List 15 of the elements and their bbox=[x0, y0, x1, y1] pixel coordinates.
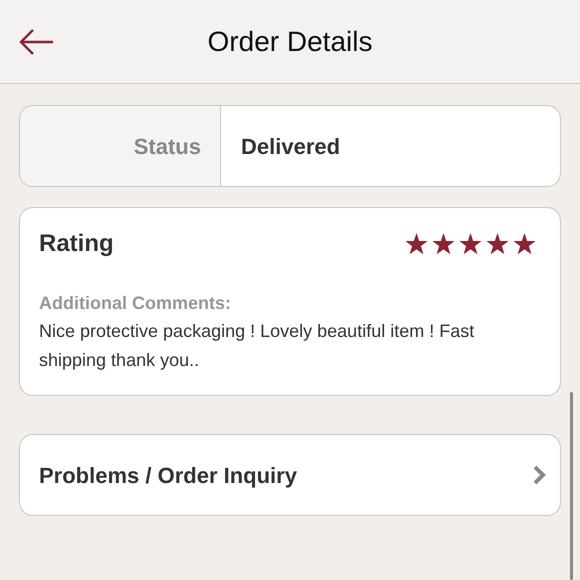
star-icon bbox=[486, 233, 509, 255]
comment-text: Nice protective packaging ! Lovely beautiful item ! Fast shipping thank you.. bbox=[39, 320, 476, 372]
status-value: Delivered bbox=[240, 132, 342, 160]
comments-label: Additional Comments: bbox=[39, 292, 232, 315]
star-icon bbox=[513, 233, 536, 255]
back-button[interactable] bbox=[18, 28, 54, 56]
page-title: Order Details bbox=[208, 24, 372, 58]
chevron-right-icon bbox=[532, 464, 546, 486]
order-inquiry-link[interactable]: Problems / Order Inquiry bbox=[19, 434, 561, 516]
star-icon bbox=[405, 233, 428, 255]
rating-title: Rating bbox=[39, 229, 114, 259]
star-icon bbox=[459, 233, 482, 255]
star-icon bbox=[432, 233, 455, 255]
status-label: Status bbox=[20, 106, 221, 186]
back-arrow-icon bbox=[18, 28, 54, 56]
